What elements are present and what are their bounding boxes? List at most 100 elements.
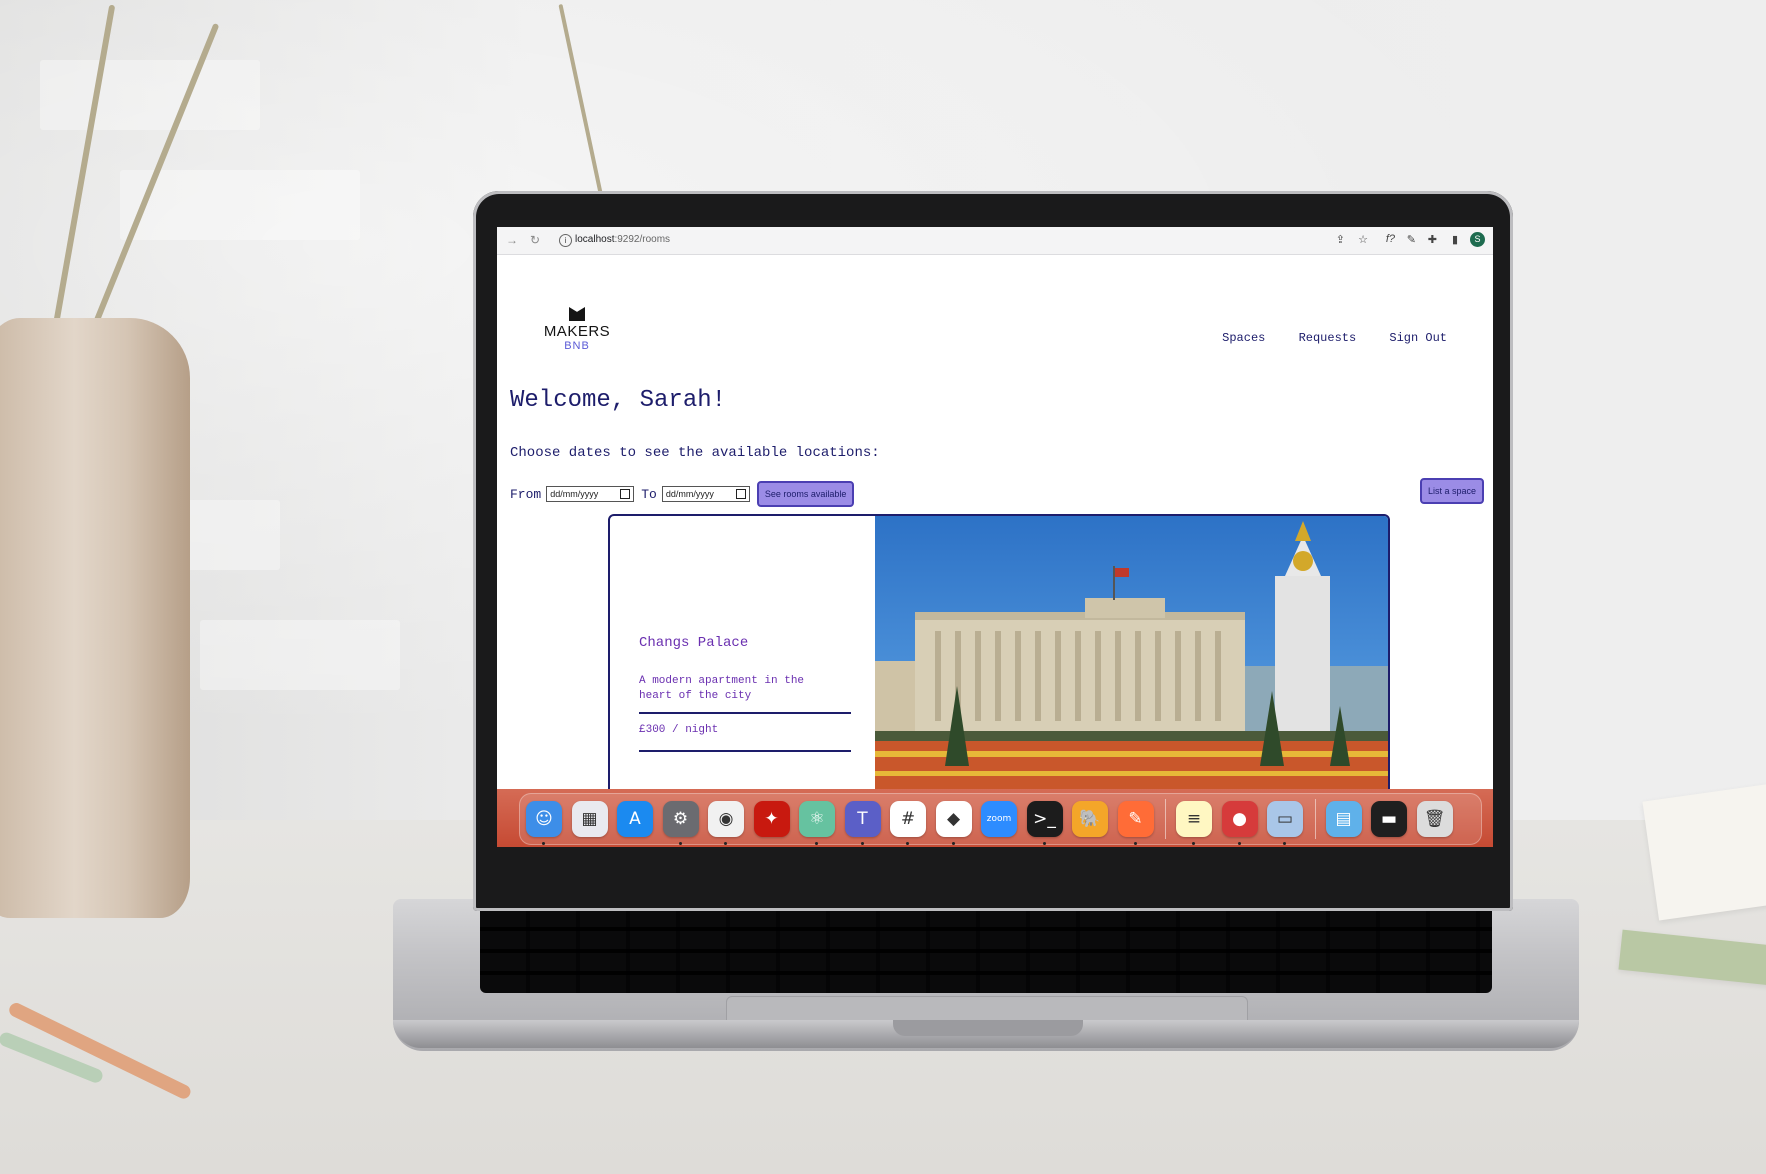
teams-icon[interactable]: T <box>844 801 881 845</box>
teams-glyph: T <box>857 809 868 829</box>
rooms-page: MAKERS BNB Spaces Requests Sign Out Welc… <box>497 255 1493 847</box>
screen-recording-glyph: ▬ <box>1380 809 1398 829</box>
running-indicator <box>1237 842 1241 845</box>
bookmark-star-icon[interactable]: ☆ <box>1358 233 1368 246</box>
terminal-icon[interactable]: >_ <box>1026 801 1063 845</box>
photo-booth-icon[interactable]: ● <box>1221 801 1258 845</box>
running-indicator <box>542 842 545 845</box>
slack-icon[interactable]: # <box>890 801 926 845</box>
running-indicator <box>815 842 818 845</box>
launchpad-glyph: ▦ <box>581 809 598 829</box>
dock-separator <box>1165 799 1166 839</box>
room-description: A modern apartment in the heart of the c… <box>639 675 805 702</box>
extensions-puzzle-icon[interactable]: ✚ <box>1428 233 1437 246</box>
room-name: Changs Palace <box>639 635 749 651</box>
app-store-icon[interactable]: A <box>617 801 653 837</box>
terminal-glyph: >_ <box>1033 809 1056 829</box>
browser-toolbar: → ↻ i localhost:9292/rooms ⇪ ☆ f? ✎ ✚ ▮ … <box>497 227 1493 255</box>
nav-spaces-link[interactable]: Spaces <box>1222 331 1265 345</box>
chrome-icon[interactable]: ◉ <box>708 801 744 845</box>
logo-mark-icon <box>569 307 585 321</box>
system-preferences-icon[interactable]: ⚙ <box>662 801 699 845</box>
side-panel-icon[interactable]: ▮ <box>1452 233 1458 246</box>
postman-glyph: ✎ <box>1128 809 1143 829</box>
running-indicator <box>1283 842 1286 845</box>
running-indicator <box>1192 842 1195 845</box>
running-indicator <box>906 842 909 845</box>
divider <box>639 712 851 714</box>
nav-sign-out-link[interactable]: Sign Out <box>1389 331 1447 345</box>
list-a-space-button[interactable]: List a space <box>1419 478 1484 504</box>
vscode-icon[interactable]: ◆ <box>935 801 972 845</box>
photo-booth-glyph: ● <box>1232 809 1247 829</box>
zoom-glyph: zoom <box>986 814 1012 824</box>
slack-glyph: # <box>900 809 916 829</box>
top-nav: Spaces Requests Sign Out <box>1196 331 1447 345</box>
to-date-input[interactable]: dd/mm/yyyy <box>661 486 750 502</box>
vase <box>0 318 190 918</box>
forward-icon[interactable]: → <box>506 233 518 247</box>
makers-bnb-logo[interactable]: MAKERS BNB <box>542 307 612 352</box>
preview-glyph: ▭ <box>1276 809 1294 829</box>
macos-dock: ☺ ▦ A ⚙ ◉ ✦ ⚛ T # ◆ zoom >_ 🐘 ✎ ≡ ● ▭ ▤ ▬ 🗑 <box>519 793 1482 845</box>
running-indicator <box>1133 842 1137 845</box>
vscode-glyph: ◆ <box>946 809 961 829</box>
laptop-keyboard <box>480 905 1492 993</box>
divider <box>639 750 851 752</box>
see-rooms-available-button[interactable]: See rooms available <box>756 481 855 507</box>
running-indicator <box>678 842 682 845</box>
atom-icon[interactable]: ⚛ <box>799 801 835 845</box>
eyedropper-icon[interactable]: ✎ <box>1407 233 1416 246</box>
share-icon[interactable]: ⇪ <box>1336 233 1345 246</box>
laptop-screen: → ↻ i localhost:9292/rooms ⇪ ☆ f? ✎ ✚ ▮ … <box>497 227 1493 847</box>
zoom-icon[interactable]: zoom <box>981 801 1017 837</box>
choose-dates-prompt: Choose dates to see the available locati… <box>510 445 880 461</box>
logo-makers-text: MAKERS <box>543 323 611 340</box>
running-indicator <box>860 842 864 845</box>
calendar-icon[interactable] <box>735 489 746 499</box>
system-preferences-glyph: ⚙ <box>672 809 689 829</box>
downloads-folder-icon[interactable]: ▤ <box>1325 801 1362 837</box>
from-label: From <box>510 486 542 502</box>
welcome-heading: Welcome, Sarah! <box>510 387 727 414</box>
launchpad-icon[interactable]: ▦ <box>571 801 608 837</box>
laptop-notch <box>893 1020 1083 1036</box>
address-bar[interactable]: localhost:9292/rooms <box>575 234 670 245</box>
paper-stack <box>1642 779 1766 921</box>
screen-recording-icon[interactable]: ▬ <box>1371 801 1407 837</box>
running-indicator <box>724 842 727 845</box>
calendar-icon[interactable] <box>620 489 631 499</box>
to-date-placeholder: dd/mm/yyyy <box>665 489 714 499</box>
room-price: £300 / night <box>639 724 719 736</box>
postman-icon[interactable]: ✎ <box>1117 801 1154 845</box>
finder-glyph: ☺ <box>535 809 553 829</box>
macos-dock-backdrop: ☺ ▦ A ⚙ ◉ ✦ ⚛ T # ◆ zoom >_ 🐘 ✎ ≡ ● ▭ ▤ ▬ 🗑 <box>497 789 1493 847</box>
dock-separator <box>1314 799 1316 839</box>
preview-icon[interactable]: ▭ <box>1267 801 1303 845</box>
atom-glyph: ⚛ <box>809 809 825 829</box>
wall-brick <box>200 620 400 690</box>
app-store-glyph: A <box>629 809 641 829</box>
tableplus-glyph: 🐘 <box>1079 809 1101 829</box>
wall-brick <box>40 60 260 130</box>
profile-avatar[interactable]: S <box>1470 232 1485 247</box>
notes-icon[interactable]: ≡ <box>1176 801 1212 845</box>
extension-formula-icon[interactable]: f? <box>1386 233 1395 245</box>
site-info-icon[interactable]: i <box>559 234 572 247</box>
finder-icon[interactable]: ☺ <box>526 801 562 845</box>
tableplus-icon[interactable]: 🐘 <box>1072 801 1108 837</box>
nav-requests-link[interactable]: Requests <box>1299 331 1357 345</box>
url-host: localhost <box>575 234 615 245</box>
from-date-input[interactable]: dd/mm/yyyy <box>546 486 635 502</box>
notes-glyph: ≡ <box>1186 809 1202 829</box>
date-filter-form: From dd/mm/yyyy To dd/mm/yyyy See rooms … <box>510 481 855 507</box>
acrobat-icon[interactable]: ✦ <box>753 801 790 837</box>
trash-icon[interactable]: 🗑 <box>1416 801 1453 837</box>
to-label: To <box>641 486 657 502</box>
reload-icon[interactable]: ↻ <box>530 233 540 247</box>
trash-glyph: 🗑 <box>1423 809 1446 829</box>
from-date-placeholder: dd/mm/yyyy <box>550 489 599 499</box>
chrome-glyph: ◉ <box>718 809 734 829</box>
acrobat-glyph: ✦ <box>764 809 779 829</box>
running-indicator <box>951 842 955 845</box>
